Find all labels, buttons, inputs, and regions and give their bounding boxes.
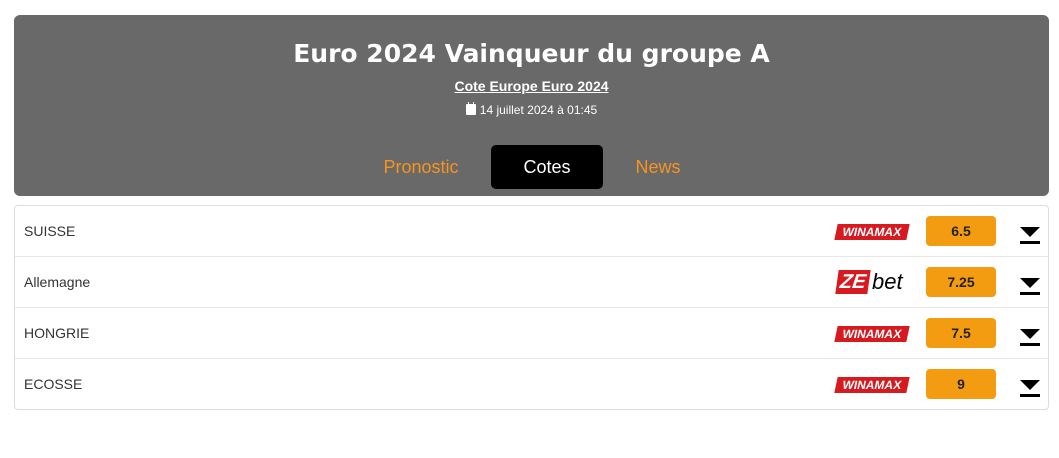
competition-subtitle: Cote Europe Euro 2024 — [14, 78, 1049, 94]
zebet-logo: ZE bet — [835, 269, 909, 294]
event-date-text: 14 juillet 2024 à 01:45 — [479, 103, 598, 117]
zebet-logo-ze: ZE — [835, 270, 871, 294]
winamax-logo: WINAMAX — [834, 326, 910, 342]
caret-down-icon[interactable] — [1019, 377, 1041, 399]
bookmaker-logo-winamax[interactable]: WINAMAX — [833, 320, 913, 346]
table-row: Allemagne ZE bet 7.25 — [15, 257, 1048, 308]
table-row: SUISSE WINAMAX 6.5 — [15, 206, 1048, 257]
odds-button[interactable]: 7.5 — [926, 318, 996, 348]
event-header: Euro 2024 Vainqueur du groupe A Cote Eur… — [14, 15, 1049, 196]
caret-down-icon[interactable] — [1019, 275, 1041, 297]
odds-button[interactable]: 7.25 — [926, 267, 996, 297]
tab-news[interactable]: News — [623, 145, 693, 189]
caret-down-icon[interactable] — [1019, 224, 1041, 246]
bookmaker-logo-zebet[interactable]: ZE bet — [833, 269, 913, 295]
winamax-logo: WINAMAX — [834, 377, 910, 393]
tab-cotes[interactable]: Cotes — [491, 145, 603, 189]
calendar-icon — [465, 102, 476, 115]
tab-bar: Pronostic Cotes News — [14, 145, 1049, 189]
event-date: 14 juillet 2024 à 01:45 — [14, 102, 1049, 117]
table-row: HONGRIE WINAMAX 7.5 — [15, 308, 1048, 359]
tab-pronostic[interactable]: Pronostic — [371, 145, 471, 189]
caret-down-icon[interactable] — [1019, 326, 1041, 348]
odds-button[interactable]: 6.5 — [926, 216, 996, 246]
table-row: ECOSSE WINAMAX 9 — [15, 359, 1048, 409]
zebet-logo-bet: bet — [872, 269, 903, 294]
team-name: Allemagne — [24, 274, 91, 290]
page-title: Euro 2024 Vainqueur du groupe A — [293, 39, 770, 68]
winamax-logo: WINAMAX — [834, 224, 910, 240]
team-name: HONGRIE — [24, 325, 90, 341]
bookmaker-logo-winamax[interactable]: WINAMAX — [833, 371, 913, 397]
bookmaker-logo-winamax[interactable]: WINAMAX — [833, 218, 913, 244]
team-name: ECOSSE — [24, 376, 83, 392]
odds-table: SUISSE WINAMAX 6.5 Allemagne ZE bet 7.25… — [14, 205, 1049, 410]
competition-link[interactable]: Cote Europe Euro 2024 — [454, 78, 608, 94]
odds-button[interactable]: 9 — [926, 369, 996, 399]
team-name: SUISSE — [24, 223, 76, 239]
